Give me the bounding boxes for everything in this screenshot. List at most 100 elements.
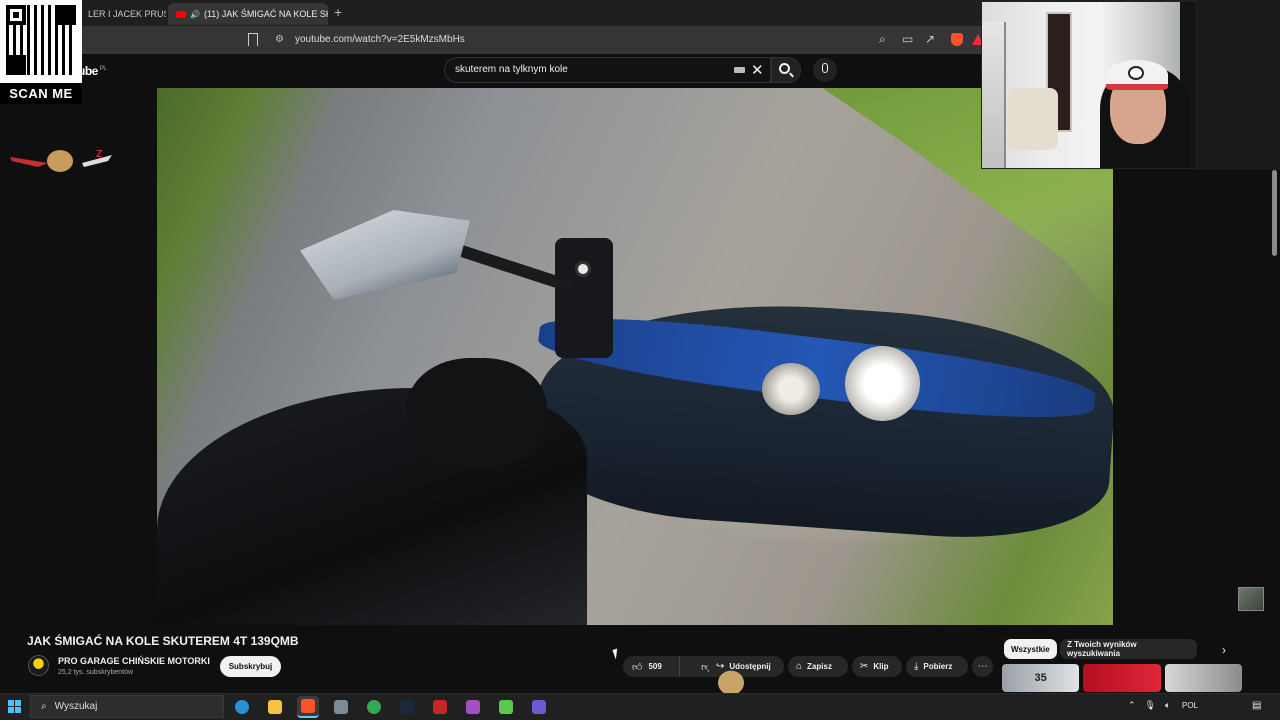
channel-avatar[interactable] (28, 655, 49, 676)
bookmark-icon[interactable] (248, 33, 258, 46)
webcam-background (1197, 0, 1280, 170)
file-explorer-icon (268, 700, 282, 714)
youtube-logo[interactable]: ube PL (78, 64, 107, 78)
taskbar-search[interactable]: ⌕ Wyszukaj (30, 695, 224, 718)
taskbar-app-9-icon[interactable] (495, 696, 517, 718)
edge-icon (235, 700, 249, 714)
cat-face-icon (47, 150, 73, 172)
sidebar-thumbnail[interactable] (1238, 587, 1264, 611)
browser-tab[interactable]: LER I JACEK PRUSINS (80, 3, 166, 25)
video-player[interactable] (157, 88, 1113, 625)
chip-all[interactable]: Wszystkie (1004, 639, 1057, 659)
app-10-icon (532, 700, 546, 714)
youtube-favicon-icon (176, 10, 186, 18)
tab-title: (11) JAK ŚMIGAĆ NA KOLE SK (203, 9, 328, 19)
qr-label: SCAN ME (0, 83, 82, 104)
video-frame (845, 346, 920, 421)
scissors-icon: ✂ (860, 661, 869, 672)
clear-search-icon[interactable]: ✕ (751, 61, 764, 79)
like-button[interactable]: 👍︎ 509 (623, 656, 681, 677)
subscriber-count: 25,2 tys. subskrybentów (58, 669, 134, 676)
download-icon: ⤓ (914, 661, 919, 672)
clip-button[interactable]: ✂ Klip (852, 656, 902, 677)
thumbs-up-icon: 👍︎ (632, 661, 643, 673)
thumbnail-text: 35 (1034, 672, 1047, 684)
windows-start-icon[interactable] (8, 700, 21, 713)
taskbar-brave-icon[interactable] (297, 696, 319, 718)
site-settings-icon[interactable]: ⚙ (275, 34, 284, 45)
search-icon: ⌕ (41, 701, 47, 712)
chevron-up-icon[interactable]: ⌃ (1128, 700, 1136, 711)
download-button[interactable]: ⤓ Pobierz (906, 656, 968, 677)
clip-label: Klip (873, 662, 889, 671)
brave-icon (301, 699, 315, 713)
save-icon: ⌂ (796, 661, 803, 672)
language-indicator[interactable]: POL (1182, 701, 1198, 710)
emote-wing-icon (10, 157, 48, 167)
download-label: Pobierz (923, 662, 953, 671)
cast-icon[interactable]: ▭ (902, 32, 913, 46)
chrome-icon (367, 700, 381, 714)
taskbar-edge-icon[interactable] (231, 696, 253, 718)
microphone-icon[interactable]: 🎙︎ (1145, 700, 1156, 711)
system-tray: ⌃ 🎙︎ 🔈︎ (1128, 700, 1170, 711)
new-tab-button[interactable]: + (334, 4, 342, 20)
brave-shield-icon[interactable] (951, 33, 963, 46)
app-7-icon (433, 700, 447, 714)
taskbar-chrome-icon[interactable] (363, 696, 385, 718)
app-9-icon (499, 700, 513, 714)
search-input[interactable]: skuterem na tylknym kole (455, 64, 568, 75)
webcam-frame (1008, 88, 1058, 150)
scrollbar[interactable] (1272, 170, 1277, 256)
app-4-icon (334, 700, 348, 714)
panda-icon (1128, 66, 1144, 80)
taskbar-steam-icon[interactable] (396, 696, 418, 718)
channel-name[interactable]: PRO GARAGE CHIŃSKIE MOTORKI (58, 656, 210, 666)
mouse-cursor-icon (612, 648, 621, 660)
speaker-icon[interactable]: 🔊 (190, 10, 200, 19)
speaker-icon[interactable]: 🔈︎ (1165, 700, 1170, 711)
chip-from-search[interactable]: Z Twoich wyników wyszukiwania (1060, 639, 1197, 659)
qr-overlay: SCAN ME (0, 0, 82, 104)
share-page-icon[interactable]: ↗ (925, 32, 935, 46)
more-icon: ⋯ (977, 661, 988, 672)
keyboard-icon[interactable] (734, 67, 745, 73)
chevron-right-icon[interactable]: › (1222, 643, 1226, 657)
subscribe-button[interactable]: Subskrybuj (220, 656, 281, 677)
webcam-frame (982, 22, 1006, 168)
recommended-videos: 35 (1002, 664, 1242, 692)
search-icon[interactable] (779, 63, 790, 74)
save-button[interactable]: ⌂ Zapisz (788, 656, 848, 677)
recommended-thumbnail[interactable]: 35 (1002, 664, 1080, 692)
taskbar-app-10-icon[interactable] (528, 696, 550, 718)
video-frame (762, 363, 820, 415)
video-frame (555, 238, 613, 358)
qr-code-icon (6, 5, 76, 75)
taskbar-app-7-icon[interactable] (429, 696, 451, 718)
taskbar-file-explorer-icon[interactable] (264, 696, 286, 718)
video-title: JAK ŚMIGAĆ NA KOLE SKUTEREM 4T 139QMB (27, 634, 299, 648)
save-label: Zapisz (807, 662, 832, 671)
steam-icon (400, 700, 414, 714)
taskbar-app-8-icon[interactable] (462, 696, 484, 718)
sleeping-cat-icon: z (10, 146, 112, 172)
app-8-icon (466, 700, 480, 714)
video-frame (407, 358, 547, 468)
cat-emote-icon (713, 666, 749, 694)
recommended-thumbnail[interactable] (1083, 664, 1161, 692)
microphone-icon[interactable] (822, 63, 828, 73)
zoom-icon[interactable]: ⌕ (879, 32, 886, 47)
webcam-overlay (981, 1, 1197, 169)
recommended-thumbnail[interactable] (1164, 664, 1242, 692)
more-actions-button[interactable]: ⋯ (972, 656, 993, 677)
notification-icon[interactable]: ▤ (1252, 700, 1261, 711)
video-frame (575, 261, 591, 277)
divider (0, 625, 1280, 626)
like-count: 509 (648, 662, 662, 671)
taskbar-search-input: Wyszukaj (54, 701, 98, 712)
url-field[interactable]: youtube.com/watch?v=2E5kMzsMbHs (295, 34, 465, 45)
browser-tab-active[interactable]: 🔊 (11) JAK ŚMIGAĆ NA KOLE SK ✕ (168, 3, 328, 25)
logo-region: PL (99, 66, 107, 72)
tab-title: LER I JACEK PRUSINS (88, 9, 166, 19)
taskbar-app-4-icon[interactable] (330, 696, 352, 718)
